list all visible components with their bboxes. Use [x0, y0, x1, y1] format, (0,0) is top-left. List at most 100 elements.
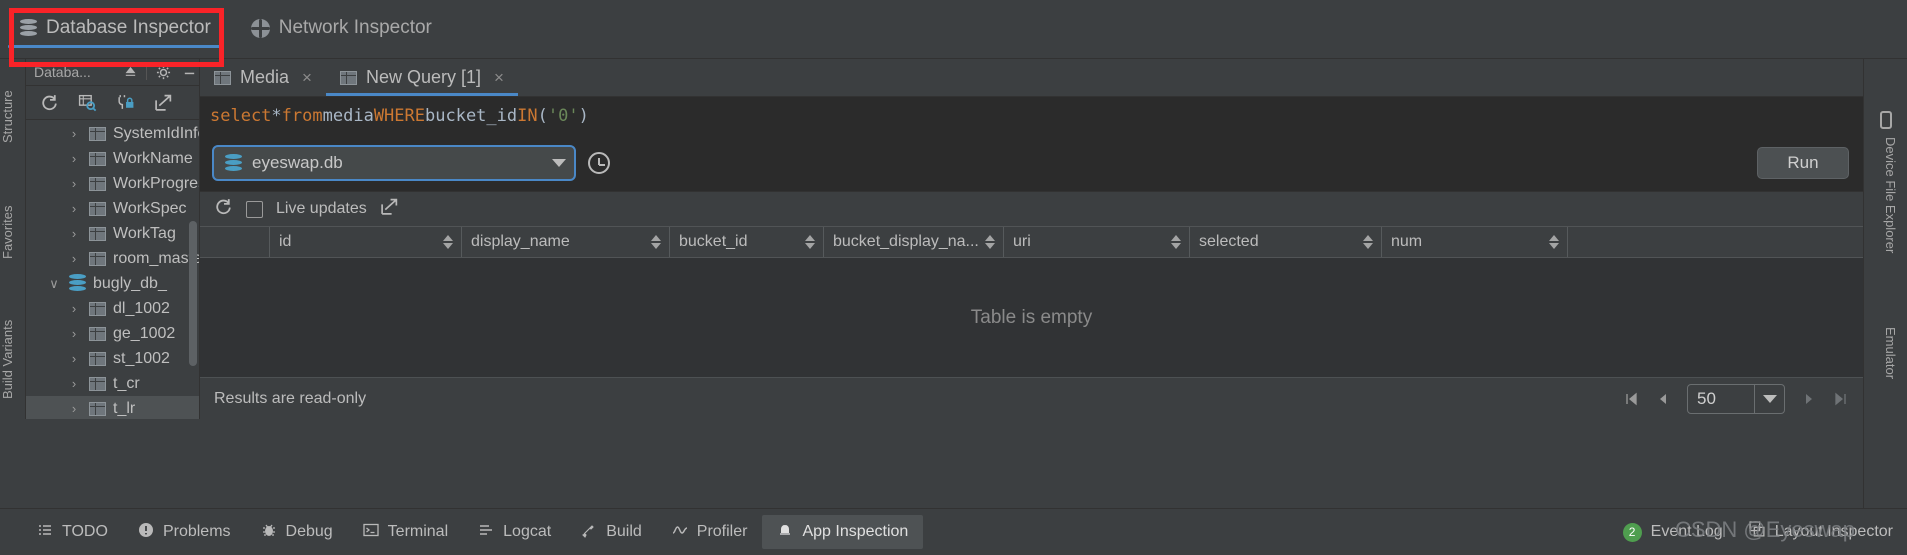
- status-item-debug[interactable]: Debug: [246, 515, 348, 549]
- table-icon: [89, 301, 106, 316]
- databases-toolbar: [26, 86, 199, 120]
- sort-toggle-icon[interactable]: [1549, 235, 1559, 249]
- chevron-right-icon[interactable]: ›: [66, 376, 82, 391]
- status-item-logcat[interactable]: Logcat: [463, 515, 566, 549]
- column-header[interactable]: display_name: [462, 227, 670, 257]
- tree-item[interactable]: › ge_1002: [26, 321, 199, 346]
- next-page-icon[interactable]: [1801, 391, 1817, 407]
- column-header[interactable]: num: [1382, 227, 1568, 257]
- strip-label-structure[interactable]: Structure: [0, 71, 26, 163]
- database-select[interactable]: eyeswap.db: [212, 145, 576, 181]
- chevron-right-icon[interactable]: ›: [66, 151, 82, 166]
- sql-statement[interactable]: select * from media WHERE bucket_id IN (…: [200, 97, 1863, 135]
- strip-label-build-variants[interactable]: Build Variants: [0, 304, 26, 414]
- status-item-app-inspection[interactable]: App Inspection: [762, 515, 924, 549]
- status-item-terminal-label: Terminal: [387, 523, 449, 540]
- status-item-todo[interactable]: TODO: [22, 515, 123, 549]
- logcat-icon: [478, 522, 494, 543]
- last-page-icon[interactable]: [1833, 391, 1849, 407]
- tree-item[interactable]: › WorkProgress: [26, 171, 199, 196]
- tree-item[interactable]: › st_1002: [26, 346, 199, 371]
- sort-toggle-icon[interactable]: [1171, 235, 1181, 249]
- tree-item[interactable]: › t_cr: [26, 371, 199, 396]
- chevron-down-icon[interactable]: [1754, 384, 1784, 413]
- status-item-problems-label: Problems: [162, 523, 231, 540]
- chevron-right-icon[interactable]: ›: [66, 126, 82, 141]
- tree-item[interactable]: › t_lr: [26, 396, 199, 419]
- divider: [146, 64, 147, 80]
- query-tab-media[interactable]: Media ×: [200, 59, 326, 96]
- column-header[interactable]: selected: [1190, 227, 1382, 257]
- tree-item-label: bugly_db_: [93, 274, 167, 292]
- table-icon: [89, 401, 106, 416]
- hide-panel-icon[interactable]: [179, 62, 199, 82]
- column-header[interactable]: bucket_display_na...: [824, 227, 1004, 257]
- chevron-right-icon[interactable]: ›: [66, 176, 82, 191]
- database-tree[interactable]: › SystemIdInfo › WorkName › WorkProgress › Work…: [26, 121, 199, 419]
- keep-connection-icon[interactable]: [114, 92, 136, 114]
- tree-item[interactable]: › SystemIdInfo: [26, 121, 199, 146]
- tree-item[interactable]: › WorkName: [26, 146, 199, 171]
- close-icon[interactable]: ×: [302, 68, 312, 88]
- tree-item[interactable]: › dl_1002: [26, 296, 199, 321]
- chevron-right-icon[interactable]: ›: [66, 326, 82, 341]
- query-tab-new-query[interactable]: New Query [1] ×: [325, 59, 518, 96]
- status-item-profiler[interactable]: Profiler: [657, 515, 763, 549]
- strip-label-device-file-explorer[interactable]: Device File Explorer: [1872, 137, 1898, 297]
- chevron-down-icon[interactable]: ∨: [46, 276, 62, 292]
- tab-database-inspector[interactable]: Database Inspector: [0, 0, 231, 56]
- tree-item[interactable]: ∨ bugly_db_: [26, 271, 199, 296]
- strip-label-emulator[interactable]: Emulator: [1872, 327, 1898, 409]
- sort-toggle-icon[interactable]: [443, 235, 453, 249]
- chevron-right-icon[interactable]: ›: [66, 251, 82, 266]
- tree-item[interactable]: › WorkSpec: [26, 196, 199, 221]
- chevron-right-icon[interactable]: ›: [66, 351, 82, 366]
- run-sql-icon[interactable]: [76, 92, 98, 114]
- chevron-right-icon[interactable]: ›: [66, 201, 82, 216]
- sql-token: ): [578, 106, 589, 126]
- strip-label-favorites[interactable]: Favorites: [0, 189, 26, 275]
- globe-icon: [250, 18, 270, 38]
- tab-network-inspector[interactable]: Network Inspector: [231, 0, 452, 56]
- column-header-label: selected: [1199, 233, 1259, 250]
- open-external-icon[interactable]: [380, 197, 399, 221]
- refresh-icon[interactable]: [214, 197, 233, 221]
- column-header[interactable]: uri: [1004, 227, 1190, 257]
- collapse-all-icon[interactable]: [120, 62, 140, 82]
- run-button[interactable]: Run: [1757, 147, 1849, 179]
- settings-gear-icon[interactable]: [153, 62, 173, 82]
- chevron-right-icon[interactable]: ›: [66, 301, 82, 316]
- column-header[interactable]: bucket_id: [670, 227, 824, 257]
- tree-scrollbar[interactable]: [189, 221, 197, 366]
- query-tab-media-label: Media: [240, 67, 290, 87]
- databases-panel-header: Databa...: [26, 59, 199, 86]
- table-icon: [89, 326, 106, 341]
- sort-toggle-icon[interactable]: [985, 235, 995, 249]
- status-item-build[interactable]: Build: [566, 515, 657, 549]
- column-header[interactable]: id: [270, 227, 462, 257]
- page-size-select[interactable]: 50: [1687, 383, 1785, 414]
- results-toolbar: Live updates: [200, 192, 1863, 226]
- close-icon[interactable]: ×: [494, 68, 504, 88]
- query-tab-new-query-label: New Query [1]: [365, 67, 482, 87]
- tree-item[interactable]: › room_master_t: [26, 246, 199, 271]
- live-updates-checkbox[interactable]: [246, 200, 263, 218]
- sort-toggle-icon[interactable]: [805, 235, 815, 249]
- first-page-icon[interactable]: [1623, 391, 1639, 407]
- refresh-icon[interactable]: [38, 92, 60, 114]
- status-item-terminal[interactable]: Terminal: [348, 515, 463, 549]
- status-item-problems[interactable]: Problems: [123, 515, 246, 549]
- previous-page-icon[interactable]: [1655, 391, 1671, 407]
- clock-icon[interactable]: [588, 152, 610, 174]
- sql-token: WHERE: [373, 106, 425, 126]
- sort-toggle-icon[interactable]: [1363, 235, 1373, 249]
- sort-toggle-icon[interactable]: [651, 235, 661, 249]
- column-header-label: bucket_id: [679, 233, 748, 250]
- tree-item-label: ge_1002: [113, 324, 176, 342]
- empty-message: Table is empty: [970, 306, 1093, 328]
- chevron-down-icon[interactable]: [552, 159, 566, 167]
- chevron-right-icon[interactable]: ›: [66, 401, 82, 416]
- chevron-right-icon[interactable]: ›: [66, 226, 82, 241]
- tree-item[interactable]: › WorkTag: [26, 221, 199, 246]
- open-external-icon[interactable]: [152, 92, 174, 114]
